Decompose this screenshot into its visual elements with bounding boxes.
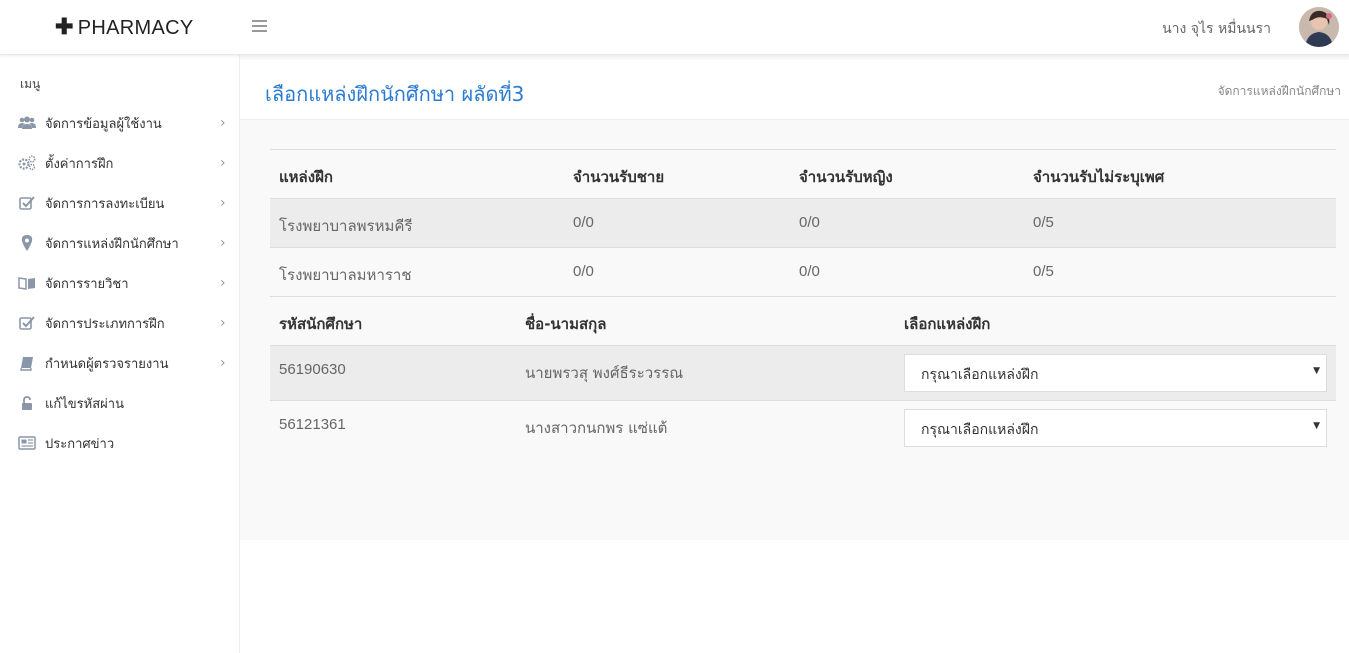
user-name[interactable]: นาง จุไร หมื่นนรา [1162,18,1271,40]
male-quota: 0/0 [573,263,594,280]
sidebar-item-users[interactable]: จัดการข้อมูลผู้ใช้งาน › [0,103,240,143]
sidebar-item-registration[interactable]: จัดการการลงทะเบียน › [0,183,240,223]
chevron-right-icon: › [220,315,226,331]
sidebar-item-label: จัดการประเภทการฝึก [45,316,165,332]
select-value: กรุณาเลือกแหล่งฝึก [921,422,1039,438]
column-header: เลือกแหล่งฝึก [904,315,991,333]
sidebar: เมนู จัดการข้อมูลผู้ใช้งาน › ตั้งค่าการฝ… [0,55,240,653]
table-row: 56190630 นายพรวสุ พงศ์ธีระวรรณ กรุณาเลือ… [270,345,1336,400]
student-id: 56190630 [279,361,346,378]
column-header: ชื่อ-นามสกุล [525,315,607,333]
female-quota: 0/0 [799,263,820,280]
chevron-right-icon: › [220,275,226,291]
site-name: โรงพยาบาลพรหมคีรี [279,217,413,235]
caret-down-icon: ▼ [1313,366,1320,376]
sidebar-item-announcements[interactable]: ประกาศข่าว [0,423,240,463]
student-id: 56121361 [279,416,346,433]
sidebar-item-training-sites[interactable]: จัดการแหล่งฝึกนักศึกษา › [0,223,240,263]
table-row: โรงพยาบาลมหาราช 0/0 0/0 0/5 [270,247,1336,296]
unspecified-quota: 0/5 [1033,214,1054,231]
sidebar-item-training-settings[interactable]: ตั้งค่าการฝึก › [0,143,240,183]
chevron-right-icon: › [220,115,226,131]
check-square-icon [18,315,36,331]
column-header: แหล่งฝึก [279,168,333,186]
student-name: นางสาวกนกพร แซ่แต้ [525,419,668,437]
training-site-select[interactable]: กรุณาเลือกแหล่งฝึก ▼ [904,409,1327,447]
map-marker-icon [18,235,36,251]
sidebar-item-label: จัดการข้อมูลผู้ใช้งาน [45,116,162,132]
sidebar-item-label: ประกาศข่าว [45,436,115,452]
site-name: โรงพยาบาลมหาราช [279,266,412,284]
male-quota: 0/0 [573,214,594,231]
sidebar-item-label: จัดการการลงทะเบียน [45,196,165,212]
table-header-row: แหล่งฝึก จำนวนรับชาย จำนวนรับหญิง จำนวนร… [270,149,1336,198]
top-navbar: ✚ PHARMACY นาง จุไร หมื่นนรา [0,0,1349,55]
sidebar-item-label: แก้ไขรหัสผ่าน [45,396,124,412]
column-header: จำนวนรับหญิง [799,168,893,186]
table-row: โรงพยาบาลพรหมคีรี 0/0 0/0 0/5 [270,198,1336,247]
sidebar-item-label: กำหนดผู้ตรวจรายงาน [45,356,169,372]
check-square-icon [18,195,36,211]
column-header: จำนวนรับไม่ระบุเพศ [1033,168,1165,186]
sidebar-item-change-password[interactable]: แก้ไขรหัสผ่าน [0,383,240,423]
plus-icon: ✚ [55,14,74,39]
unspecified-quota: 0/5 [1033,263,1054,280]
table-row: 56121361 นางสาวกนกพร แซ่แต้ กรุณาเลือกแห… [270,400,1336,455]
sidebar-item-label: จัดการแหล่งฝึกนักศึกษา [45,236,179,252]
female-quota: 0/0 [799,214,820,231]
column-header: รหัสนักศึกษา [279,315,363,333]
cogs-icon [18,155,36,171]
column-header: จำนวนรับชาย [573,168,665,186]
sidebar-item-label: ตั้งค่าการฝึก [45,156,114,172]
chevron-right-icon: › [220,155,226,171]
book-icon [18,355,36,371]
training-site-select[interactable]: กรุณาเลือกแหล่งฝึก ▼ [904,354,1327,392]
sidebar-item-training-types[interactable]: จัดการประเภทการฝึก › [0,303,240,343]
page-title: เลือกแหล่งฝึกนักศึกษา ผลัดที่3 [265,82,525,106]
users-icon [18,115,36,131]
sidebar-heading: เมนู [20,77,41,91]
sidebar-item-courses[interactable]: จัดการรายวิชา › [0,263,240,303]
student-name: นายพรวสุ พงศ์ธีระวรรณ [525,364,684,382]
book-open-icon [18,275,36,291]
newspaper-icon [18,435,36,451]
avatar[interactable] [1299,7,1339,47]
table-header-row: รหัสนักศึกษา ชื่อ-นามสกุล เลือกแหล่งฝึก [270,296,1336,345]
breadcrumb[interactable]: จัดการแหล่งฝึกนักศึกษา [1218,82,1341,101]
page-header: เลือกแหล่งฝึกนักศึกษา ผลัดที่3 จัดการแหล… [240,60,1349,120]
select-value: กรุณาเลือกแหล่งฝึก [921,367,1039,383]
chevron-right-icon: › [220,355,226,371]
unlock-icon [18,395,36,411]
hamburger-menu-icon[interactable] [252,20,267,34]
chevron-right-icon: › [220,195,226,211]
chevron-right-icon: › [220,235,226,251]
caret-down-icon: ▼ [1313,421,1320,431]
brand-name: PHARMACY [77,17,194,39]
sidebar-item-label: จัดการรายวิชา [45,276,129,292]
brand-logo[interactable]: ✚ PHARMACY [55,14,193,40]
sidebar-item-report-reviewers[interactable]: กำหนดผู้ตรวจรายงาน › [0,343,240,383]
